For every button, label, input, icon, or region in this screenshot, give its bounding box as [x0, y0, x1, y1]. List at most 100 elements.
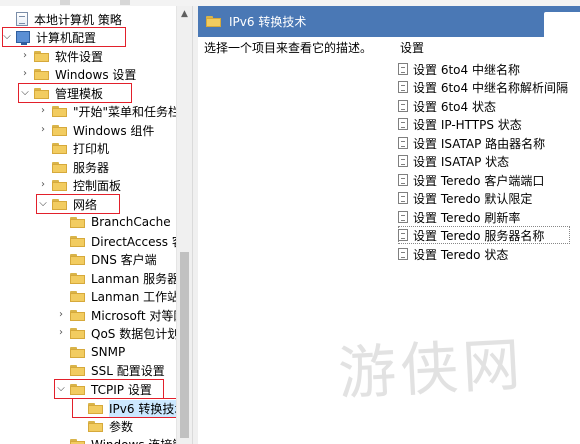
setting-label: 设置 ISATAP 路由器名称 — [413, 136, 546, 151]
tree-item-parameters[interactable]: › 参数 — [74, 417, 192, 435]
tree-item-software-settings[interactable]: › 软件设置 — [20, 47, 192, 65]
setting-item[interactable]: 设置 ISATAP 路由器名称 — [398, 134, 578, 152]
tree-item-branchcache[interactable]: › BranchCache — [56, 213, 192, 231]
tree-item-server[interactable]: › 服务器 — [38, 158, 192, 176]
tree-item-label: SSL 配置设置 — [91, 363, 165, 378]
tree-item-printers[interactable]: › 打印机 — [38, 139, 192, 157]
folder-icon — [70, 327, 85, 339]
setting-item[interactable]: 设置 Teredo 状态 — [398, 245, 578, 263]
tree-item-label: Windows 连接管 — [91, 436, 184, 444]
tree-item-label: DNS 客户端 — [91, 252, 157, 267]
folder-icon — [70, 235, 85, 247]
chevron-right-icon[interactable]: › — [56, 324, 66, 342]
description-text: 选择一个项目来查看它的描述。 — [204, 41, 373, 55]
setting-label: 设置 Teredo 客户端端口 — [413, 173, 545, 188]
folder-icon — [206, 16, 221, 27]
setting-item[interactable]: 设置 6to4 中继名称 — [398, 60, 578, 78]
tree-item-start-menu[interactable]: › "开始"菜单和任务栏 — [38, 102, 192, 120]
policy-setting-icon — [398, 155, 408, 167]
tree-item-label: Lanman 工作站 — [91, 289, 180, 304]
policy-setting-icon — [398, 229, 408, 241]
setting-label: 设置 Teredo 默认限定 — [413, 191, 533, 206]
tree-item-windows-components[interactable]: › Windows 组件 — [38, 121, 192, 139]
tree-item-control-panel[interactable]: › 控制面板 — [38, 176, 192, 194]
chevron-right-icon[interactable]: › — [20, 65, 30, 83]
toolbar-button[interactable] — [60, 0, 70, 5]
policy-setting-icon — [398, 81, 408, 93]
navigation-tree: › 本地计算机 策略 ⌵ 计算机配置 › 软件设置 › Windows 设置 ⌵… — [0, 6, 192, 444]
tree-item-ssl-config[interactable]: › SSL 配置设置 — [56, 361, 192, 379]
setting-item[interactable]: 设置 Teredo 刷新率 — [398, 208, 578, 226]
setting-label: 设置 Teredo 刷新率 — [413, 210, 521, 225]
chevron-right-icon[interactable]: › — [38, 102, 48, 120]
scroll-up-arrow-icon[interactable]: ▲ — [177, 6, 192, 22]
highlight-box — [54, 379, 164, 399]
tree-item-label: 本地计算机 策略 — [34, 12, 122, 27]
folder-icon — [52, 161, 67, 173]
tree-scrollbar[interactable]: ▲ — [176, 6, 192, 444]
tree-item-local-policy[interactable]: › 本地计算机 策略 — [2, 10, 182, 28]
folder-icon — [70, 438, 85, 444]
folder-icon — [70, 346, 85, 358]
setting-label: 设置 Teredo 状态 — [413, 247, 509, 262]
tree-item-label: QoS 数据包计划 — [91, 326, 180, 341]
folder-icon — [88, 420, 103, 432]
folder-icon — [70, 290, 85, 302]
setting-item[interactable]: 设置 6to4 中继名称解析间隔 — [398, 78, 578, 96]
tree-item-dns-client[interactable]: › DNS 客户端 — [56, 250, 192, 268]
policy-setting-icon — [398, 174, 408, 186]
policy-setting-icon — [398, 248, 408, 260]
highlight-box — [36, 194, 120, 214]
policy-setting-icon — [398, 63, 408, 75]
tree-item-snmp[interactable]: › SNMP — [56, 343, 192, 361]
setting-label: 设置 Teredo 服务器名称 — [413, 228, 545, 243]
setting-item[interactable]: 设置 Teredo 客户端端口 — [398, 171, 578, 189]
tree-item-label: 服务器 — [73, 160, 110, 175]
tree-item-label: 控制面板 — [73, 178, 122, 193]
chevron-right-icon[interactable]: › — [56, 306, 66, 324]
setting-item[interactable]: 设置 6to4 状态 — [398, 97, 578, 115]
folder-icon — [52, 105, 67, 117]
details-header: IPv6 转换技术 — [198, 6, 580, 37]
folder-icon — [52, 124, 67, 136]
tree-item-label: 参数 — [109, 419, 134, 434]
folder-icon — [34, 50, 49, 62]
folder-icon — [52, 179, 67, 191]
tree-item-lanman-server[interactable]: › Lanman 服务器 — [56, 269, 192, 287]
view-tab[interactable] — [544, 12, 580, 37]
watermark: 游侠网 — [336, 330, 526, 408]
setting-item[interactable]: 设置 Teredo 默认限定 — [398, 189, 578, 207]
tree-item-label: DirectAccess 客 — [91, 234, 184, 249]
setting-label: 设置 6to4 中继名称 — [413, 62, 520, 77]
tree-item-label: SNMP — [91, 345, 126, 359]
scrollbar-thumb[interactable] — [180, 252, 189, 438]
tree-item-lanman-workstation[interactable]: › Lanman 工作站 — [56, 287, 192, 305]
tree-item-windows-settings[interactable]: › Windows 设置 — [20, 65, 192, 83]
tree-item-windows-connection-manager[interactable]: › Windows 连接管 — [56, 435, 192, 444]
setting-item[interactable]: 设置 IP-HTTPS 状态 — [398, 115, 578, 133]
tree-item-directaccess[interactable]: › DirectAccess 客 — [56, 232, 192, 250]
setting-item[interactable]: 设置 Teredo 服务器名称 — [398, 226, 570, 244]
tree-item-label: BranchCache — [91, 215, 171, 229]
tree-item-label: Windows 组件 — [73, 123, 155, 138]
tree-item-qos[interactable]: › QoS 数据包计划 — [56, 324, 192, 342]
chevron-right-icon[interactable]: › — [38, 121, 48, 139]
folder-icon — [70, 309, 85, 321]
folder-icon — [70, 216, 85, 228]
tree-item-microsoft-p2p[interactable]: › Microsoft 对等网 — [56, 306, 192, 324]
chevron-right-icon[interactable]: › — [38, 176, 48, 194]
setting-item[interactable]: 设置 ISATAP 状态 — [398, 152, 578, 170]
chevron-right-icon[interactable]: › — [20, 47, 30, 65]
toolbar-button[interactable] — [120, 0, 130, 5]
tree-item-label: Microsoft 对等网 — [91, 308, 186, 323]
highlight-box — [18, 83, 132, 103]
tree-item-label: 软件设置 — [55, 49, 104, 64]
settings-column: 设置 — [400, 39, 424, 57]
tree-item-label: Lanman 服务器 — [91, 271, 180, 286]
policy-doc-icon — [16, 12, 28, 26]
highlight-box — [72, 398, 190, 418]
settings-column-header[interactable]: 设置 — [400, 39, 424, 57]
tree-item-label: 打印机 — [73, 141, 110, 156]
setting-label: 设置 6to4 中继名称解析间隔 — [413, 80, 568, 95]
setting-label: 设置 IP-HTTPS 状态 — [413, 117, 522, 132]
